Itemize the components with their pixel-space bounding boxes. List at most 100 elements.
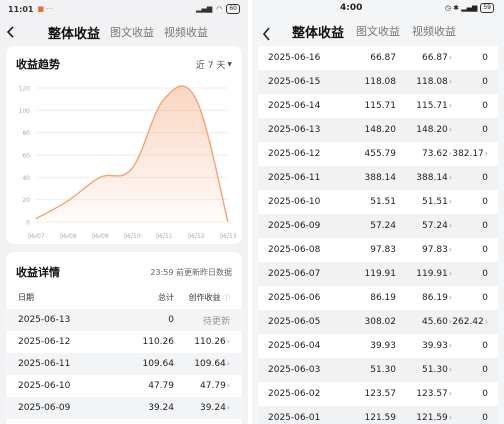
y-tick-label: 80 — [22, 130, 30, 137]
tab-article[interactable]: 图文收益 — [110, 24, 154, 40]
y-tick-label: 40 — [22, 175, 30, 182]
table-row[interactable]: 2025-06-12 455.79 73.62› 382.17› — [258, 142, 498, 166]
row-total: 119.91 — [364, 269, 397, 279]
row-extra: 262.42 — [452, 317, 484, 327]
range-selector[interactable]: 近 7 天 ▼ — [196, 58, 232, 71]
tab-overall[interactable]: 整体收益 — [292, 22, 344, 41]
right-screenshot: 4:00 ◷ ✱ ▂▄▆ 59 整体收益 图文收益 视频收益 2025-06-1… — [252, 0, 504, 424]
table-row[interactable]: 2025-06-02 123.57 123.57› 0 — [258, 382, 498, 406]
table-row[interactable]: 2025-06-10 51.51 51.51› 0 — [258, 190, 498, 214]
table-row[interactable]: 2025-06-01 121.59 121.59› 0 — [258, 406, 498, 424]
wifi-icon: ◠ — [216, 5, 223, 13]
row-create: 39.24 — [200, 403, 226, 413]
row-create: 45.60 — [422, 317, 448, 327]
row-total: 51.51 — [370, 197, 396, 207]
status-bar: 11:01 ■ ··· ▂▄▆ ◠ 60 — [0, 0, 248, 18]
trend-chart: 0 20 40 60 80 100 120 06/07 06/08 06/09 06/10 06/11… — [19, 85, 237, 240]
table-row[interactable]: 2025-06-06 86.19 86.19› 0 — [258, 286, 498, 310]
table-row[interactable]: 2025-06-03 51.30 51.30› 0 — [258, 358, 498, 382]
x-tick-label: 06/09 — [91, 233, 108, 240]
row-extra: 0 — [482, 293, 488, 303]
status-time: 11:01 — [8, 4, 34, 14]
row-create: 57.24 — [422, 221, 448, 231]
back-button[interactable] — [256, 23, 278, 45]
row-date: 2025-06-10 — [268, 197, 321, 207]
row-date: 2025-06-09 — [18, 403, 71, 413]
row-create: 148.20 — [416, 125, 448, 135]
table-row[interactable]: 2025-06-14 115.71 115.71› 0 — [258, 94, 498, 118]
row-extra: 0 — [482, 77, 488, 87]
row-extra: 0 — [482, 101, 488, 111]
y-tick-label: 120 — [19, 86, 31, 93]
row-total: 308.02 — [364, 317, 397, 327]
row-date: 2025-06-05 — [268, 317, 321, 327]
row-date: 2025-06-15 — [268, 77, 321, 87]
table-row[interactable]: 2025-06-11 109.64 109.64› — [6, 353, 242, 375]
row-date: 2025-06-10 — [18, 381, 71, 391]
row-extra: 0 — [482, 125, 488, 135]
row-create: 86.19 — [422, 293, 448, 303]
row-create: 47.79 — [200, 381, 226, 391]
back-button[interactable] — [0, 21, 22, 43]
table-row[interactable]: 2025-06-11 388.14 388.14› 0 — [258, 166, 498, 190]
row-extra: 0 — [482, 173, 488, 183]
x-tick-label: 06/07 — [27, 233, 44, 240]
detail-table: 2025-06-13 0 待更新 2025-06-12 110.26 110.26› 202… — [6, 309, 242, 419]
table-row[interactable]: 2025-06-10 47.79 47.79› — [6, 375, 242, 397]
table-row[interactable]: 2025-06-04 39.93 39.93› 0 — [258, 334, 498, 358]
left-screenshot: 11:01 ■ ··· ▂▄▆ ◠ 60 整体收益 图文收益 视频收益 收益趋势… — [0, 0, 248, 424]
table-row[interactable]: 2025-06-05 308.02 45.60› 262.42› — [258, 310, 498, 334]
row-date: 2025-06-11 — [268, 173, 321, 183]
row-create: 118.08 — [416, 77, 448, 87]
row-extra: 382.17 — [452, 149, 484, 159]
y-tick-label: 20 — [22, 197, 30, 204]
row-extra: 0 — [482, 269, 488, 279]
row-total: 110.26 — [142, 337, 175, 347]
row-extra: 0 — [482, 221, 488, 231]
info-icon[interactable]: ⓘ — [223, 294, 230, 302]
row-create: 123.57 — [416, 389, 448, 399]
row-create: 待更新 — [202, 316, 230, 327]
row-date: 2025-06-09 — [268, 221, 321, 231]
row-date: 2025-06-14 — [268, 101, 321, 111]
table-row[interactable]: 2025-06-15 118.08 118.08› 0 — [258, 70, 498, 94]
y-tick-label: 60 — [22, 153, 30, 160]
row-date: 2025-06-11 — [18, 359, 71, 369]
battery-icon: 60 — [226, 4, 240, 14]
tab-overall[interactable]: 整体收益 — [48, 23, 100, 42]
row-create: 388.14 — [416, 173, 448, 183]
range-label: 近 7 天 — [195, 60, 226, 71]
status-icons: ◷ ✱ ▂▄▆ — [444, 4, 478, 12]
status-bar: 4:00 ◷ ✱ ▂▄▆ 59 — [252, 0, 504, 16]
tab-bar: 整体收益 图文收益 视频收益 — [292, 22, 456, 41]
trend-title: 收益趋势 — [16, 58, 60, 71]
table-row[interactable]: 2025-06-13 0 待更新 — [6, 309, 242, 331]
table-row[interactable]: 2025-06-08 97.83 97.83› 0 — [258, 238, 498, 262]
row-total: 121.59 — [364, 413, 397, 423]
table-row[interactable]: 2025-06-13 148.20 148.20› 0 — [258, 118, 498, 142]
row-total: 118.08 — [364, 77, 397, 87]
row-total: 39.93 — [370, 341, 396, 351]
row-create: 39.93 — [422, 341, 448, 351]
x-tick-label: 06/08 — [59, 233, 76, 240]
row-create: 51.30 — [422, 365, 448, 375]
table-row[interactable]: 2025-06-12 110.26 110.26› — [6, 331, 242, 353]
battery-icon: 59 — [480, 3, 494, 13]
tab-video[interactable]: 视频收益 — [164, 24, 208, 40]
table-row[interactable]: 2025-06-09 57.24 57.24› 0 — [258, 214, 498, 238]
row-total: 455.79 — [364, 149, 397, 159]
tab-article[interactable]: 图文收益 — [356, 23, 400, 39]
tab-video[interactable]: 视频收益 — [412, 23, 456, 39]
row-date: 2025-06-06 — [268, 293, 321, 303]
table-row[interactable]: 2025-06-07 119.91 119.91› 0 — [258, 262, 498, 286]
row-date: 2025-06-13 — [268, 125, 321, 135]
nav-bar: 整体收益 图文收益 视频收益 — [0, 18, 248, 46]
row-extra: 0 — [482, 341, 488, 351]
row-date: 2025-06-13 — [18, 315, 71, 325]
row-total: 388.14 — [364, 173, 397, 183]
row-extra: 0 — [482, 365, 488, 375]
table-row[interactable]: 2025-06-09 39.24 39.24› — [6, 397, 242, 419]
row-create: 97.83 — [422, 245, 448, 255]
table-row[interactable]: 2025-06-16 66.87 66.87› 0 — [258, 46, 498, 70]
row-create: 115.71 — [416, 101, 448, 111]
